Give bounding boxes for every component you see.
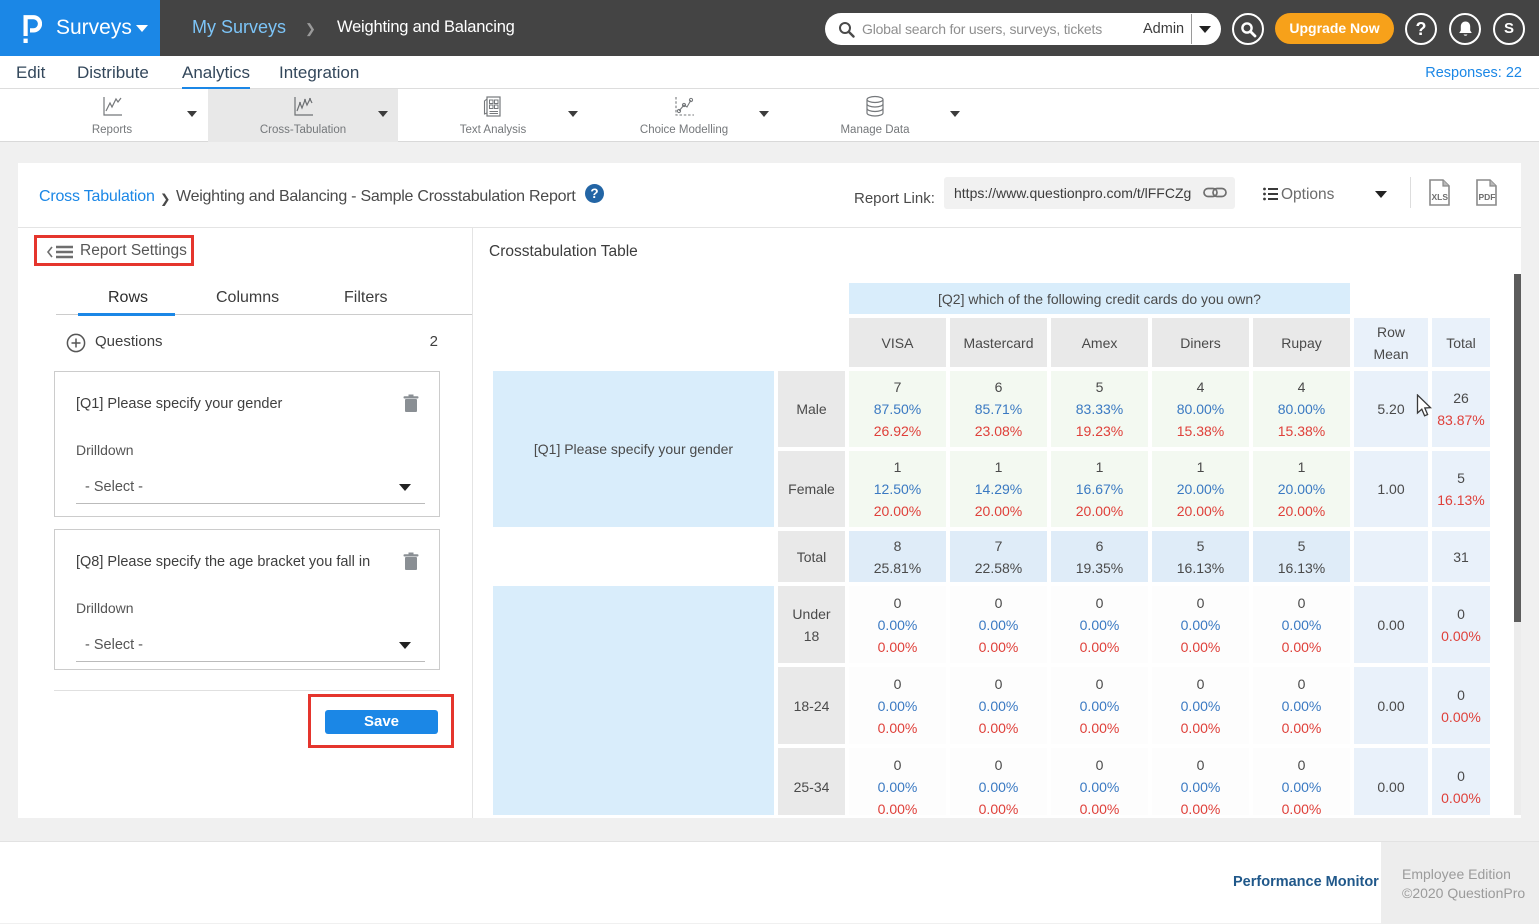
svg-text:XLS: XLS	[1432, 192, 1449, 202]
svg-text:PDF: PDF	[1479, 192, 1496, 202]
